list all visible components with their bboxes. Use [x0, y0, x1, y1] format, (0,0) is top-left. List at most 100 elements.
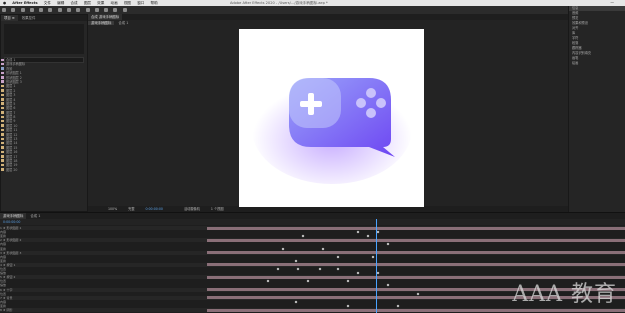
zoom-level[interactable]: 100%	[108, 207, 117, 211]
current-time[interactable]: 0:00:00:00	[146, 207, 163, 211]
label-color-swatch	[1, 67, 4, 70]
label-color-swatch	[1, 141, 4, 145]
project-item-name: 图层 4	[6, 97, 16, 102]
text-tool-icon[interactable]	[85, 8, 90, 12]
project-item-name: 图层 20	[6, 167, 18, 172]
menu-window[interactable]: 窗口	[137, 1, 144, 5]
menu-effect[interactable]: 效果	[97, 1, 104, 5]
project-item-name: 图层 5	[6, 101, 16, 106]
project-item-name: 图层 6	[6, 106, 16, 111]
shape-tool-icon[interactable]	[66, 8, 71, 12]
project-item-list: 合成 1 游戏手柄图标 背景 形状图层 1 形状图层 2 形状图层 3 图层 1 图层 2 图层…	[0, 58, 88, 178]
timeline-tab-comp-1[interactable]: 合成 1	[27, 214, 43, 218]
keyframe[interactable]	[346, 304, 350, 308]
brush-tool-icon[interactable]	[94, 8, 99, 12]
tab-project[interactable]: 项目 ≡	[1, 15, 18, 21]
label-color-swatch	[1, 168, 4, 171]
apple-icon[interactable]: ●	[3, 1, 6, 5]
rotate-tool-icon[interactable]	[39, 8, 44, 12]
label-color-swatch	[1, 150, 4, 154]
keyframe[interactable]	[416, 292, 420, 296]
keyframe[interactable]	[301, 234, 305, 238]
pan-tool-icon[interactable]	[57, 8, 62, 12]
layer-duration-bar[interactable]	[207, 308, 625, 312]
home-tool-icon[interactable]	[2, 8, 6, 12]
tab-effect-controls[interactable]: 效果控件	[19, 16, 39, 20]
subtab-game-icon[interactable]: 游戏手柄图标	[88, 21, 115, 25]
stamp-tool-icon[interactable]	[104, 8, 109, 12]
panel-item[interactable]: 绘画	[569, 61, 625, 66]
menu-layer[interactable]: 图层	[84, 1, 91, 5]
keyframe[interactable]	[276, 267, 280, 271]
camera-tool-icon[interactable]	[48, 8, 53, 12]
menu-view[interactable]: 视图	[124, 1, 131, 5]
label-color-swatch	[1, 62, 4, 66]
keyframe[interactable]	[386, 243, 390, 246]
label-color-swatch	[1, 146, 4, 149]
keyframe[interactable]	[371, 255, 375, 259]
label-color-swatch	[1, 102, 4, 105]
keyframe[interactable]	[386, 284, 390, 287]
project-item-name: 图层 2	[6, 88, 16, 93]
project-item-name: 形状图层 2	[6, 75, 22, 80]
pen-tool-icon[interactable]	[76, 8, 81, 12]
project-item-name: 图层 17	[6, 154, 18, 159]
keyframe[interactable]	[356, 271, 360, 275]
label-color-swatch	[1, 71, 4, 75]
keyframe[interactable]	[356, 230, 360, 234]
project-item-name: 图层 7	[6, 110, 16, 115]
keyframe[interactable]	[294, 300, 298, 304]
subtab-comp-1[interactable]: 合成 1	[115, 21, 131, 25]
watermark-logo: AAA 教育	[512, 282, 617, 307]
menu-edit[interactable]: 编辑	[57, 1, 64, 5]
keyframe[interactable]	[366, 234, 370, 238]
project-item-name: 图层 10	[6, 123, 18, 128]
menu-file[interactable]: 文件	[44, 1, 51, 5]
label-color-swatch	[1, 119, 4, 123]
project-thumbnail	[4, 24, 84, 54]
zoom-tool-icon[interactable]	[29, 8, 34, 12]
composition-canvas	[239, 29, 424, 207]
project-item-name: 图层 11	[6, 128, 18, 133]
keyframe[interactable]	[336, 267, 340, 271]
label-color-swatch	[1, 115, 4, 119]
project-item-name: 图层 19	[6, 163, 18, 168]
project-item-name: 背景	[6, 66, 13, 71]
label-color-swatch	[1, 80, 4, 83]
keyframe[interactable]	[266, 279, 270, 283]
project-item-name: 图层 14	[6, 141, 18, 146]
keyframe[interactable]	[376, 230, 380, 234]
timeline-current-time[interactable]: 0:00:00:00	[3, 220, 20, 224]
keyframe[interactable]	[281, 247, 285, 251]
puppet-tool-icon[interactable]	[122, 8, 127, 12]
menu-animation[interactable]: 动画	[111, 1, 118, 5]
right-panel: 信息 音频 预览 效果和预设 对齐库字符 段落 跟踪器 内容识别填充 画笔 绘画	[568, 6, 625, 212]
hand-tool-icon[interactable]	[20, 8, 25, 12]
viewer-subtabs: 游戏手柄图标 合成 1	[88, 20, 568, 26]
label-color-swatch	[1, 137, 4, 141]
keyframe[interactable]	[346, 279, 350, 283]
label-color-swatch	[1, 58, 4, 61]
label-color-swatch	[1, 106, 4, 110]
view-count[interactable]: 1 个视图	[211, 207, 224, 211]
label-color-swatch	[1, 163, 4, 167]
active-camera[interactable]: 活动摄像机	[184, 207, 200, 211]
project-item-name: 形状图层 1	[6, 71, 22, 76]
menu-help[interactable]: 帮助	[151, 1, 158, 5]
keyframe[interactable]	[306, 279, 310, 283]
eraser-tool-icon[interactable]	[113, 8, 118, 12]
keyframe[interactable]	[336, 255, 340, 259]
keyframe[interactable]	[321, 247, 325, 251]
project-item[interactable]: 图层 20	[0, 168, 88, 172]
keyframe[interactable]	[296, 267, 300, 271]
project-item-name: 图层 18	[6, 158, 18, 163]
keyframe[interactable]	[318, 267, 322, 271]
keyframe[interactable]	[396, 304, 400, 308]
resolution[interactable]: 完整	[128, 207, 134, 211]
selection-tool-icon[interactable]	[11, 8, 16, 12]
keyframe[interactable]	[294, 259, 298, 263]
playhead[interactable]	[376, 219, 377, 313]
menu-app-name[interactable]: After Effects	[12, 1, 37, 5]
keyframe[interactable]	[376, 271, 380, 275]
menu-composition[interactable]: 合成	[70, 1, 77, 5]
